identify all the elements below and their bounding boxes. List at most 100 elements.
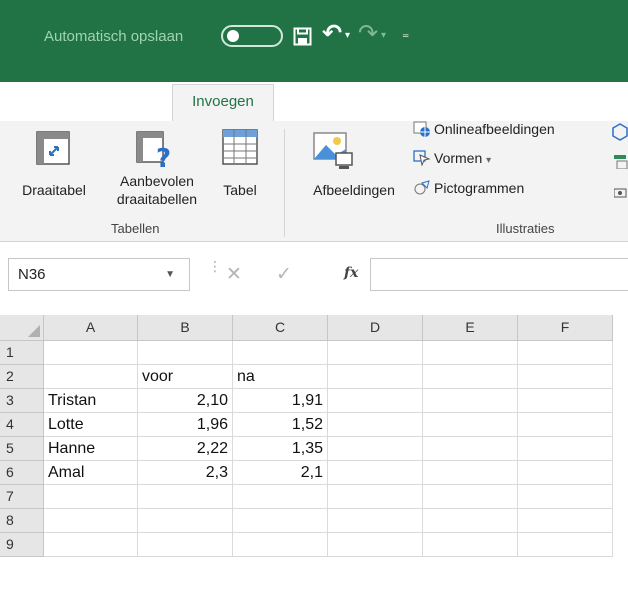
row-header[interactable]: 4 xyxy=(0,413,44,437)
cell-b9[interactable] xyxy=(138,533,233,557)
cell-b7[interactable] xyxy=(138,485,233,509)
icons-button[interactable]: Pictogrammen xyxy=(413,180,524,196)
column-header-c[interactable]: C xyxy=(233,315,328,341)
cell-a3[interactable]: Tristan xyxy=(44,389,138,413)
cell-c4[interactable]: 1,52 xyxy=(233,413,328,437)
name-box-dropdown-icon[interactable]: ▼ xyxy=(165,259,175,290)
cell-a7[interactable] xyxy=(44,485,138,509)
recommended-pivot-button[interactable]: Aanbevolen draaitabellen xyxy=(104,172,210,208)
online-pictures-button[interactable]: Onlineafbeeldingen xyxy=(413,121,555,137)
row-header[interactable]: 7 xyxy=(0,485,44,509)
screenshot-icon[interactable] xyxy=(614,185,628,199)
cell-a1[interactable] xyxy=(44,341,138,365)
column-header-e[interactable]: E xyxy=(423,315,518,341)
cell-b6[interactable]: 2,3 xyxy=(138,461,233,485)
row-header[interactable]: 5 xyxy=(0,437,44,461)
save-icon[interactable] xyxy=(293,27,312,46)
cell-c2[interactable]: na xyxy=(233,365,328,389)
cell-a5[interactable]: Hanne xyxy=(44,437,138,461)
cell-e8[interactable] xyxy=(423,509,518,533)
cell-e6[interactable] xyxy=(423,461,518,485)
undo-dropdown-icon[interactable]: ▾ xyxy=(345,30,350,41)
cell-f7[interactable] xyxy=(518,485,613,509)
tab-start[interactable]: Start xyxy=(114,94,146,111)
redo-icon[interactable]: ↷ xyxy=(358,22,378,46)
enter-icon[interactable]: ✓ xyxy=(276,263,292,286)
cell-b5[interactable]: 2,22 xyxy=(138,437,233,461)
tab-bestand[interactable]: Bestand xyxy=(8,94,63,111)
formula-input[interactable] xyxy=(370,258,628,291)
tab-pagina-indeling[interactable]: Pagina-indeling xyxy=(291,94,394,111)
cell-f2[interactable] xyxy=(518,365,613,389)
cell-f9[interactable] xyxy=(518,533,613,557)
cell-a4[interactable]: Lotte xyxy=(44,413,138,437)
cell-b3[interactable]: 2,10 xyxy=(138,389,233,413)
cell-d2[interactable] xyxy=(328,365,423,389)
row-header[interactable]: 6 xyxy=(0,461,44,485)
cell-e3[interactable] xyxy=(423,389,518,413)
smartart-icon[interactable] xyxy=(614,155,628,169)
cell-e9[interactable] xyxy=(423,533,518,557)
column-header-f[interactable]: F xyxy=(518,315,613,341)
cell-f3[interactable] xyxy=(518,389,613,413)
cell-f6[interactable] xyxy=(518,461,613,485)
cell-b8[interactable] xyxy=(138,509,233,533)
cell-d1[interactable] xyxy=(328,341,423,365)
cell-b2[interactable]: voor xyxy=(138,365,233,389)
cell-c8[interactable] xyxy=(233,509,328,533)
autosave-toggle[interactable] xyxy=(221,25,283,47)
cell-e2[interactable] xyxy=(423,365,518,389)
cell-d7[interactable] xyxy=(328,485,423,509)
customize-qat-icon[interactable]: ₌ xyxy=(402,25,409,42)
cell-a2[interactable] xyxy=(44,365,138,389)
row-header[interactable]: 2 xyxy=(0,365,44,389)
cell-e5[interactable] xyxy=(423,437,518,461)
table-button[interactable]: Tabel xyxy=(214,181,266,199)
tab-invoegen[interactable]: Invoegen xyxy=(172,84,274,122)
cell-a8[interactable] xyxy=(44,509,138,533)
cell-e4[interactable] xyxy=(423,413,518,437)
cell-b4[interactable]: 1,96 xyxy=(138,413,233,437)
cell-b1[interactable] xyxy=(138,341,233,365)
cell-c9[interactable] xyxy=(233,533,328,557)
column-header-a[interactable]: A xyxy=(44,315,138,341)
cell-c5[interactable]: 1,35 xyxy=(233,437,328,461)
cell-a9[interactable] xyxy=(44,533,138,557)
cell-d5[interactable] xyxy=(328,437,423,461)
3d-models-icon[interactable] xyxy=(612,123,628,141)
cell-e7[interactable] xyxy=(423,485,518,509)
row-header[interactable]: 9 xyxy=(0,533,44,557)
row-header[interactable]: 1 xyxy=(0,341,44,365)
cell-e1[interactable] xyxy=(423,341,518,365)
pivot-table-button[interactable]: Draaitabel xyxy=(2,181,106,199)
cell-f8[interactable] xyxy=(518,509,613,533)
tab-formules[interactable]: Formules xyxy=(464,94,527,111)
row-header[interactable]: 3 xyxy=(0,389,44,413)
cell-c7[interactable] xyxy=(233,485,328,509)
redo-dropdown-icon[interactable]: ▾ xyxy=(381,30,386,41)
cell-d3[interactable] xyxy=(328,389,423,413)
column-header-b[interactable]: B xyxy=(138,315,233,341)
column-header-d[interactable]: D xyxy=(328,315,423,341)
cell-f4[interactable] xyxy=(518,413,613,437)
cell-f1[interactable] xyxy=(518,341,613,365)
cell-c1[interactable] xyxy=(233,341,328,365)
row-header[interactable]: 8 xyxy=(0,509,44,533)
cell-c6[interactable]: 2,1 xyxy=(233,461,328,485)
cell-a6[interactable]: Amal xyxy=(44,461,138,485)
undo-icon[interactable]: ↶ xyxy=(322,22,342,46)
cell-d6[interactable] xyxy=(328,461,423,485)
cell-d9[interactable] xyxy=(328,533,423,557)
name-box[interactable]: N36 ▼ xyxy=(8,258,190,291)
cell-d8[interactable] xyxy=(328,509,423,533)
formula-bar-grip-icon[interactable]: ⋮ xyxy=(208,258,222,275)
pictures-button[interactable]: Afbeeldingen xyxy=(298,181,410,199)
tab-gegevens[interactable]: Gegev xyxy=(566,94,610,111)
cell-f5[interactable] xyxy=(518,437,613,461)
cell-c3[interactable]: 1,91 xyxy=(233,389,328,413)
shapes-button[interactable]: Vormen ▾ xyxy=(413,150,491,166)
cancel-icon[interactable]: ✕ xyxy=(226,263,242,286)
select-all-corner[interactable] xyxy=(0,315,44,341)
cell-d4[interactable] xyxy=(328,413,423,437)
insert-function-icon[interactable]: fx xyxy=(344,265,358,281)
